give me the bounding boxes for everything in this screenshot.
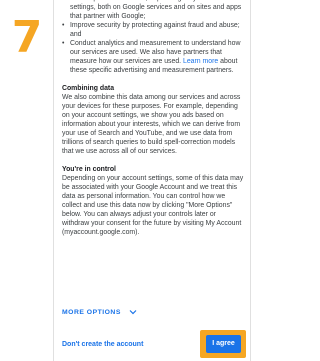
privacy-bullet: Deliver personalized ads, depending on y… [62, 0, 244, 21]
bullet-text: Deliver personalized ads, depending on y… [70, 0, 242, 20]
chevron-down-icon [129, 310, 137, 315]
more-options-label: MORE OPTIONS [62, 308, 121, 316]
combining-data-paragraph: We also combine this data among our serv… [62, 94, 241, 155]
more-options-button[interactable]: MORE OPTIONS [62, 306, 137, 318]
privacy-bullet: Conduct analytics and measurement to und… [62, 39, 244, 75]
bullet-text: Improve security by protecting against f… [70, 22, 240, 38]
step-number-badge: 7 [11, 12, 43, 63]
tutorial-page: 7 Deliver personalized ads, depending on… [0, 0, 252, 361]
phone-screen: Deliver personalized ads, depending on y… [53, 0, 251, 361]
agree-button[interactable]: I agree [206, 335, 241, 353]
combining-data-heading: Combining data [62, 85, 115, 92]
in-control-paragraph: Depending on your account settings, some… [62, 175, 244, 236]
privacy-bullet: Improve security by protecting against f… [62, 21, 244, 39]
privacy-terms-text: Deliver personalized ads, depending on y… [62, 0, 244, 237]
learn-more-link[interactable]: Learn more [183, 58, 218, 65]
dont-create-account-button[interactable]: Don't create the account [62, 341, 143, 348]
in-control-heading: You're in control [62, 166, 116, 173]
